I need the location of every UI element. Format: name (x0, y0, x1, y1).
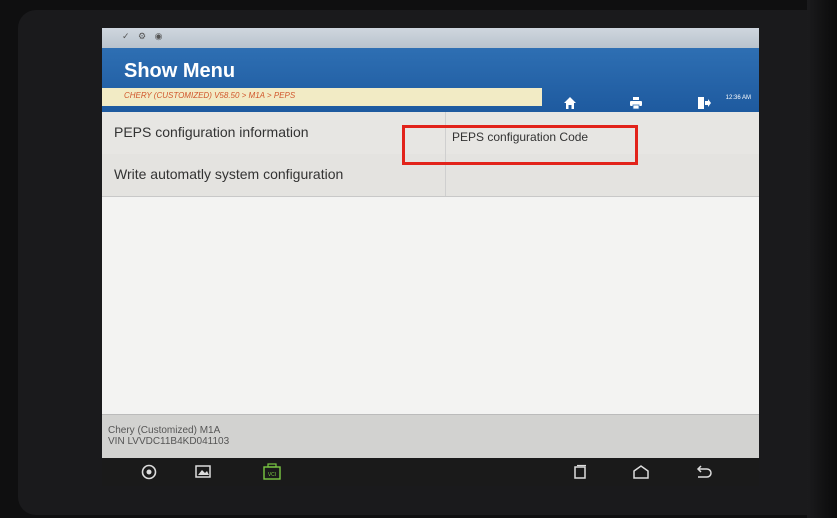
status-bar: ✓ ⚙ ◉ (102, 28, 759, 48)
browser-icon (141, 464, 157, 480)
home-nav-icon (633, 465, 649, 479)
highlight-box (402, 125, 638, 165)
print-button[interactable] (614, 92, 658, 114)
home-nav-button[interactable] (629, 462, 653, 482)
breadcrumb: CHERY (CUSTOMIZED) V58.50 > M1A > PEPS (102, 88, 542, 106)
breadcrumb-text: CHERY (CUSTOMIZED) V58.50 > M1A > PEPS (124, 91, 296, 100)
app-header: Show Menu 12:36 AM CHERY (CUSTOMIZED) V5… (102, 48, 759, 112)
gallery-icon (195, 465, 211, 478)
status-time: 12:36 AM (725, 95, 751, 101)
printer-icon (630, 97, 642, 110)
vehicle-name: Chery (Customized) M1A (108, 425, 221, 436)
recent-apps-icon (574, 464, 586, 479)
vci-label: VCI (268, 472, 276, 478)
browser-button[interactable] (137, 462, 161, 482)
page-title: Show Menu (124, 60, 236, 82)
menu-item-label: PEPS configuration information (114, 124, 309, 140)
screenshot-button[interactable] (192, 462, 216, 482)
vci-icon: VCI (263, 463, 281, 480)
menu-content: PEPS configuration information PEPS conf… (102, 112, 759, 414)
vin-number: VIN LVVDC11B4KD041103 (108, 436, 230, 447)
exit-icon (698, 97, 711, 109)
back-button[interactable] (692, 462, 716, 482)
home-icon (564, 97, 576, 109)
vci-button[interactable]: VCI (260, 462, 284, 482)
device-edge (807, 0, 837, 518)
home-button[interactable] (548, 92, 592, 114)
tablet-screen: ✓ ⚙ ◉ Show Menu 12:36 AM CHERY (CUSTOMIZ… (102, 28, 759, 486)
recent-apps-button[interactable] (568, 462, 592, 482)
exit-button[interactable] (682, 92, 726, 114)
android-navbar: VCI (102, 458, 759, 486)
menu-item-label: Write automatly system configuration (114, 166, 344, 182)
notification-icons: ✓ ⚙ ◉ (122, 31, 166, 41)
vehicle-info-bar: Chery (Customized) M1A VIN LVVDC11B4KD04… (102, 414, 759, 459)
back-icon (696, 465, 712, 478)
